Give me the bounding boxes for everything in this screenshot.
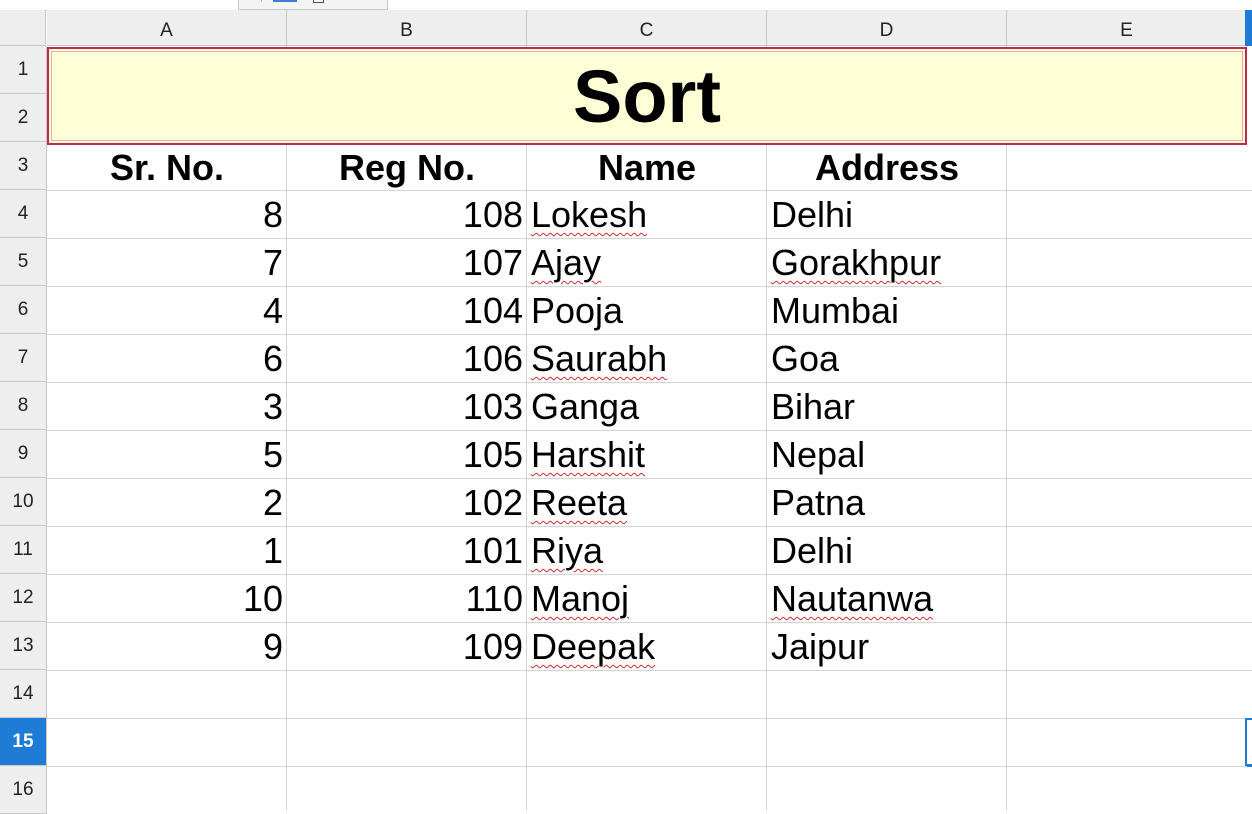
cell-address-text: Delhi (771, 194, 854, 235)
row-header-16[interactable]: 16 (0, 766, 47, 814)
cell-name[interactable]: Reeta (527, 479, 767, 527)
cell-name-text: Ganga (531, 386, 640, 427)
cell-address-text: Nautanwa (771, 578, 934, 619)
active-cell-cursor (1245, 718, 1252, 766)
cell-name-text: Reeta (531, 482, 628, 523)
row-header-13[interactable]: 13 (0, 622, 47, 670)
column-header-e[interactable]: E (1007, 10, 1247, 46)
cell-reg-no[interactable]: 102 (287, 479, 527, 527)
cell-reg-no[interactable]: 106 (287, 335, 527, 383)
header-name[interactable]: Name (527, 145, 767, 191)
row-header-1[interactable]: 1 (0, 46, 47, 94)
cell-reg-no[interactable]: 104 (287, 287, 527, 335)
cell-reg-no[interactable]: 108 (287, 191, 527, 239)
cell-name[interactable]: Saurabh (527, 335, 767, 383)
row-header-6[interactable]: 6 (0, 286, 47, 334)
row-header-12[interactable]: 12 (0, 574, 47, 622)
column-header-a[interactable]: A (47, 10, 287, 46)
tab-icon (313, 0, 324, 3)
cell-sr-no[interactable]: 3 (47, 383, 287, 431)
cell-address-text: Mumbai (771, 290, 900, 331)
cell-address-text: Gorakhpur (771, 242, 942, 283)
cell-address[interactable]: Nepal (767, 431, 1007, 479)
cell-address-text: Jaipur (771, 626, 870, 667)
cell-reg-no[interactable]: 105 (287, 431, 527, 479)
column-header-d[interactable]: D (767, 10, 1007, 46)
cell-sr-no[interactable]: 2 (47, 479, 287, 527)
cell-name-text: Ajay (531, 242, 602, 283)
cell-address[interactable]: Mumbai (767, 287, 1007, 335)
row-header-10[interactable]: 10 (0, 478, 47, 526)
cell-sr-no[interactable]: 5 (47, 431, 287, 479)
cell-name[interactable]: Lokesh (527, 191, 767, 239)
row-header-5[interactable]: 5 (0, 238, 47, 286)
cell-address-text: Delhi (771, 530, 854, 571)
cell-name-text: Saurabh (531, 338, 668, 379)
cell-name-text: Deepak (531, 626, 656, 667)
gridline (47, 718, 1252, 719)
cell-name[interactable]: Ajay (527, 239, 767, 287)
cell-sr-no[interactable]: 6 (47, 335, 287, 383)
cell-sr-no[interactable]: 9 (47, 623, 287, 671)
header-reg-no[interactable]: Reg No. (287, 145, 527, 191)
cell-name-text: Manoj (531, 578, 630, 619)
row-header-3[interactable]: 3 (0, 142, 47, 190)
cell-address[interactable]: Jaipur (767, 623, 1007, 671)
cell-name[interactable]: Ganga (527, 383, 767, 431)
cell-sr-no[interactable]: 8 (47, 191, 287, 239)
row-header-15[interactable]: 15 (0, 718, 47, 766)
gridline (47, 766, 1252, 767)
cell-reg-no[interactable]: 101 (287, 527, 527, 575)
cell-reg-no[interactable]: 107 (287, 239, 527, 287)
column-header-b[interactable]: B (287, 10, 527, 46)
cell-name-text: Pooja (531, 290, 624, 331)
cell-sr-no[interactable]: 4 (47, 287, 287, 335)
row-header-11[interactable]: 11 (0, 526, 47, 574)
cell-address[interactable]: Delhi (767, 191, 1007, 239)
cell-address[interactable]: Goa (767, 335, 1007, 383)
cell-name[interactable]: Riya (527, 527, 767, 575)
cell-address[interactable]: Bihar (767, 383, 1007, 431)
cell-name-text: Harshit (531, 434, 646, 475)
cell-name-text: Lokesh (531, 194, 648, 235)
cell-name[interactable]: Manoj (527, 575, 767, 623)
cell-reg-no[interactable]: 110 (287, 575, 527, 623)
cell-address[interactable]: Gorakhpur (767, 239, 1007, 287)
cell-address[interactable]: Delhi (767, 527, 1007, 575)
header-address[interactable]: Address (767, 145, 1007, 191)
row-header-8[interactable]: 8 (0, 382, 47, 430)
tab-divider (239, 0, 262, 2)
cell-sr-no[interactable]: 10 (47, 575, 287, 623)
cell-name-text: Riya (531, 530, 604, 571)
select-all-corner[interactable] (0, 10, 46, 46)
sheet-tab[interactable] (238, 0, 388, 10)
row-header-9[interactable]: 9 (0, 430, 47, 478)
cell-address-text: Bihar (771, 386, 856, 427)
cell-reg-no[interactable]: 109 (287, 623, 527, 671)
cell-address-text: Nepal (771, 434, 866, 475)
cell-sr-no[interactable]: 1 (47, 527, 287, 575)
row-header-7[interactable]: 7 (0, 334, 47, 382)
cell-address[interactable]: Patna (767, 479, 1007, 527)
cell-sr-no[interactable]: 7 (47, 239, 287, 287)
cell-reg-no[interactable]: 103 (287, 383, 527, 431)
tab-indicator (273, 0, 297, 2)
cell-address[interactable]: Nautanwa (767, 575, 1007, 623)
row-header-4[interactable]: 4 (0, 190, 47, 238)
column-header-f-edge[interactable] (1245, 10, 1252, 46)
column-header-c[interactable]: C (527, 10, 767, 46)
row-header-14[interactable]: 14 (0, 670, 47, 718)
active-cell-cursor-edge (1247, 766, 1252, 767)
cell-name[interactable]: Deepak (527, 623, 767, 671)
header-sr-no[interactable]: Sr. No. (47, 145, 287, 191)
cell-name[interactable]: Pooja (527, 287, 767, 335)
cell-name[interactable]: Harshit (527, 431, 767, 479)
title-cell[interactable]: Sort (47, 47, 1247, 145)
row-header-2[interactable]: 2 (0, 94, 47, 142)
cell-address-text: Goa (771, 338, 840, 379)
cell-address-text: Patna (771, 482, 866, 523)
